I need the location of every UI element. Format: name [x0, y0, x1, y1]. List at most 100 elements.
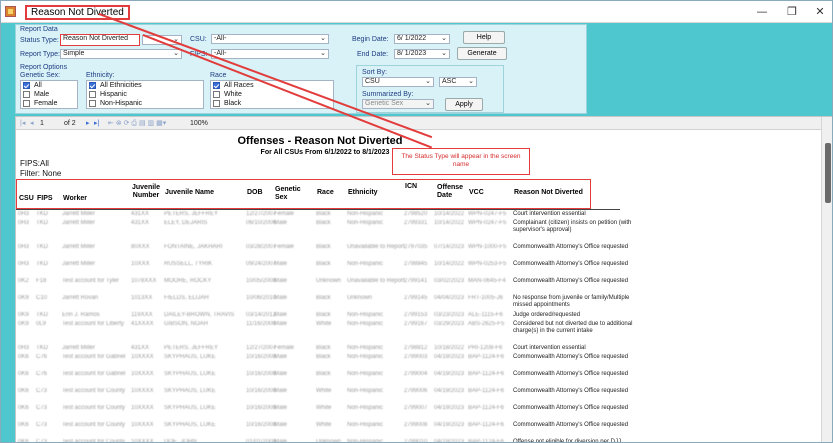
genetic-sex-item[interactable]: Male — [21, 90, 77, 99]
table-cell: Male — [274, 321, 288, 327]
apply-button[interactable]: Apply — [445, 98, 483, 111]
checkbox-icon[interactable] — [89, 82, 96, 89]
table-cell: TKD — [36, 220, 48, 226]
column-header: Juvenile Name — [165, 189, 215, 196]
generate-button[interactable]: Generate — [457, 47, 507, 60]
table-cell: 0K6 — [18, 422, 29, 428]
table-cell: 03/14/2012 — [246, 312, 277, 318]
checkbox-icon[interactable] — [213, 91, 220, 98]
table-cell: 03/29/2023 — [434, 321, 465, 327]
checkbox-icon[interactable] — [89, 100, 96, 107]
column-header: ICN — [405, 183, 418, 190]
status-type-field[interactable]: Reason Not Diverted — [60, 34, 140, 46]
table-cell: BAP-1124-F6 — [468, 422, 504, 428]
checkbox-icon[interactable] — [23, 100, 30, 107]
table-cell: 2799145 — [404, 295, 428, 301]
table-cell: Black — [316, 211, 331, 217]
checkbox-icon[interactable] — [89, 91, 96, 98]
ethnicity-item[interactable]: All Ethnicities — [87, 81, 203, 90]
table-cell: 2797035 — [404, 244, 428, 250]
table-cell: WPN-1000-F5 — [468, 244, 507, 250]
table-cell: Test account for Tyler — [62, 278, 119, 284]
table-cell: PETERS, JEFFREY — [164, 211, 219, 217]
table-cell: 0K6 — [18, 439, 29, 443]
report-type-select[interactable]: Simple ⌄ — [60, 49, 182, 59]
checkbox-icon[interactable] — [23, 91, 30, 98]
sort-by-label: Sort By: — [362, 69, 387, 76]
table-cell: Male — [274, 312, 288, 318]
table-cell: Male — [274, 278, 288, 284]
table-cell: 2799008 — [404, 422, 428, 428]
genetic-sex-list[interactable]: All Male Female — [20, 80, 78, 109]
column-header: Offense Date — [437, 184, 464, 199]
vertical-scrollbar[interactable] — [821, 117, 832, 442]
table-cell: 11/16/2006 — [246, 321, 276, 327]
table-cell: 0K6 — [18, 405, 29, 411]
genetic-sex-item[interactable]: Female — [21, 99, 77, 108]
close-button[interactable]: ✕ — [806, 3, 832, 21]
status-type-value: Reason Not Diverted — [63, 35, 128, 42]
restore-button[interactable]: ❐ — [778, 3, 806, 21]
column-header: Juvenile Number — [132, 184, 161, 199]
table-cell: 1013XX — [131, 295, 153, 301]
report-type-value: Simple — [63, 50, 85, 57]
checkbox-icon[interactable] — [23, 82, 30, 89]
table-cell: Male — [274, 371, 288, 377]
sort-direction-value: ASC — [442, 78, 457, 85]
table-cell: BAP-1124-F6 — [468, 354, 504, 360]
table-cell: Non-Hispanic — [347, 405, 384, 411]
table-cell: 12/27/2007 — [246, 211, 277, 217]
table-cell: White — [316, 388, 332, 394]
chevron-down-icon: ⌄ — [441, 50, 447, 57]
ethnicity-item[interactable]: Hispanic — [87, 90, 203, 99]
checkbox-icon[interactable] — [213, 100, 220, 107]
help-button[interactable]: Help — [463, 31, 505, 44]
table-cell: FONTAINE, JAKHARI — [164, 244, 223, 250]
chevron-down-icon: ⌄ — [320, 35, 326, 42]
column-header: Reason Not Diverted — [514, 189, 583, 196]
summarized-by-value: Genetic Sex — [365, 100, 404, 107]
table-cell: BAP-1124-F6 — [468, 371, 504, 377]
table-cell: FIELDS, ELIJAH — [164, 295, 209, 301]
ethnicity-item[interactable]: Non-Hispanic — [87, 99, 203, 108]
column-header: VCC — [469, 189, 484, 196]
scrollbar-thumb[interactable] — [825, 143, 831, 203]
page-number-input[interactable]: 1 — [40, 118, 58, 129]
last-page-icon[interactable]: ▸| — [94, 118, 99, 129]
table-cell: 2799331 — [404, 220, 428, 226]
csu-select[interactable]: -All- ⌄ — [211, 34, 329, 44]
table-cell: Jarrett Rovan — [62, 295, 99, 301]
table-cell: Black — [316, 244, 331, 250]
zoom-select[interactable]: 100% — [190, 118, 208, 129]
summarized-by-select[interactable]: Genetic Sex ⌄ — [362, 99, 434, 109]
table-cell: DOE, JOHN — [164, 439, 197, 443]
toolbar-icons[interactable]: ⇤ ⊗ ⟳ ⎙ ▤ ▥ ▦▾ — [108, 118, 166, 129]
table-cell: 04/19/2023 — [434, 388, 465, 394]
table-cell: Male — [274, 422, 288, 428]
prev-page-icon[interactable]: ◂ — [30, 118, 34, 129]
genetic-sex-item[interactable]: All — [21, 81, 77, 90]
sort-by-select[interactable]: CSU ⌄ — [362, 77, 434, 87]
table-cell: C76 — [36, 354, 48, 360]
column-header: CSU — [19, 195, 34, 202]
column-header: Genetic Sex — [275, 186, 301, 201]
minimize-button[interactable]: — — [748, 3, 776, 21]
next-page-icon[interactable]: ▸ — [86, 118, 90, 129]
table-cell: SKYPHAUS, LUKE — [164, 354, 216, 360]
checkbox-icon[interactable] — [213, 82, 220, 89]
ethnicity-list[interactable]: All Ethnicities Hispanic Non-Hispanic — [86, 80, 204, 109]
begin-date-picker[interactable]: 6/ 1/2022 ⌄ — [394, 34, 450, 44]
sort-by-value: CSU — [365, 78, 380, 85]
end-date-picker[interactable]: 8/ 1/2023 ⌄ — [394, 49, 450, 59]
report-window: Reason Not Diverted — ❐ ✕ Report Data St… — [0, 0, 833, 443]
sort-direction-select[interactable]: ASC ⌄ — [439, 77, 477, 87]
table-cell: 80XXX — [131, 244, 150, 250]
table-cell: TKD — [36, 312, 48, 318]
table-cell: 0H3 — [18, 211, 30, 217]
table-cell: Black — [316, 345, 331, 351]
fips-select[interactable]: -All- ⌄ — [211, 49, 329, 59]
table-cell: 10XXXX — [131, 439, 154, 443]
reason-cell: Commonwealth Attorney's Office requested — [513, 388, 629, 394]
table-cell: PRI-1208-F6 — [468, 345, 503, 351]
first-page-icon[interactable]: |◂ — [20, 118, 25, 129]
